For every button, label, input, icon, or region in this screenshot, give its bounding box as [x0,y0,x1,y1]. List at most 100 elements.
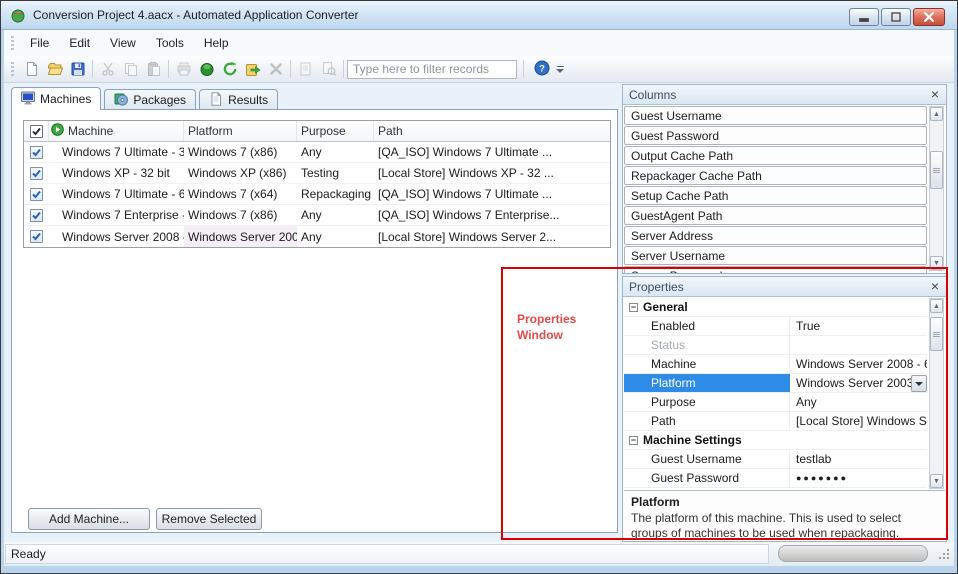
filter-input[interactable] [347,60,517,79]
path-cell: [Local Store] Windows XP - 32 ... [374,163,610,183]
remove-selected-button[interactable]: Remove Selected [156,508,262,530]
row-checkbox[interactable] [30,209,43,222]
properties-panel-title: Properties [629,280,684,294]
row-checkbox[interactable] [30,146,43,159]
column-header-platform[interactable]: Platform [184,121,297,141]
property-value[interactable]: testlab [790,450,927,468]
machines-tab-page: Machine Platform Purpose Path Windows 7 … [11,109,618,533]
columns-scrollbar[interactable]: ▲ ▼ [929,106,944,271]
tab-results[interactable]: Results [199,89,278,110]
properties-scrollbar[interactable]: ▲ ▼ [929,298,944,489]
machine-row[interactable]: Windows 7 Ultimate - 64...Windows 7 (x64… [24,184,610,205]
property-row[interactable]: Guest Password●●●●●●● [624,469,927,488]
row-checkbox-cell [24,205,49,225]
property-value[interactable]: [Local Store] Windows Ser [790,412,927,430]
resize-grip[interactable] [938,548,950,563]
column-list-item[interactable]: Server Password [624,266,927,273]
property-category[interactable]: −Machine Settings [624,431,927,450]
help-button[interactable]: ? [530,58,553,80]
menu-item-help[interactable]: Help [194,32,239,54]
property-row[interactable]: Path[Local Store] Windows Ser [624,412,927,431]
property-label: Guest Username [624,450,790,468]
machine-row[interactable]: Windows XP - 32 bitWindows XP (x86)Testi… [24,163,610,184]
scroll-down-icon[interactable]: ▼ [930,256,943,270]
column-list-item[interactable]: Output Cache Path [624,146,927,165]
purpose-cell: Any [297,142,374,162]
machine-row[interactable]: Windows 7 Ultimate - 32...Windows 7 (x86… [24,142,610,163]
save-project-icon[interactable] [66,58,89,80]
property-value[interactable]: ●●●●●●● [790,469,927,487]
purpose-cell: Any [297,205,374,225]
export-icon[interactable] [241,58,264,80]
column-list-item[interactable]: Server Username [624,246,927,265]
column-header-purpose[interactable]: Purpose [297,121,374,141]
package-icon[interactable] [195,58,218,80]
row-checkbox[interactable] [30,167,43,180]
property-value[interactable]: Windows Server 2008 - 64 [790,355,927,373]
menu-item-tools[interactable]: Tools [146,32,194,54]
columns-panel-title: Columns [629,88,676,102]
row-checkbox-cell [24,184,49,204]
select-all-checkbox[interactable] [30,125,43,138]
property-value[interactable]: Any [790,393,927,411]
scroll-up-icon[interactable]: ▲ [930,299,943,313]
scroll-thumb[interactable] [930,151,943,189]
property-row[interactable]: PurposeAny [624,393,927,412]
column-list-item[interactable]: Repackager Cache Path [624,166,927,185]
minimize-button[interactable] [849,8,879,26]
property-value[interactable]: Windows Server 2003 R [790,374,927,392]
close-button[interactable] [913,8,945,26]
close-icon[interactable]: × [929,278,941,295]
app-window: Conversion Project 4.aacx - Automated Ap… [0,0,958,574]
refresh-icon[interactable] [218,58,241,80]
column-list-item[interactable]: Setup Cache Path [624,186,927,205]
row-checkbox[interactable] [30,188,43,201]
machine-row[interactable]: Windows Server 2008 - 6...Windows Server… [24,226,610,247]
machine-table-header[interactable]: Machine Platform Purpose Path [24,121,610,142]
property-row[interactable]: MachineWindows Server 2008 - 64 [624,355,927,374]
column-list-item[interactable]: Guest Password [624,126,927,145]
machine-row[interactable]: Windows 7 Enterprise - 3...Windows 7 (x8… [24,205,610,226]
path-cell: [QA_ISO] Windows 7 Ultimate ... [374,184,610,204]
property-value[interactable]: True [790,317,927,335]
maximize-button[interactable] [881,8,911,26]
property-row[interactable]: EnabledTrue [624,317,927,336]
property-row[interactable]: Status [624,336,927,355]
property-value[interactable] [790,336,927,354]
scroll-up-icon[interactable]: ▲ [930,107,943,121]
row-checkbox-cell [24,142,49,162]
columns-list: Guest UsernameGuest PasswordOutput Cache… [624,106,927,273]
menu-items: FileEditViewToolsHelp [20,32,239,54]
column-header-path[interactable]: Path [374,121,610,141]
open-project-icon[interactable] [43,58,66,80]
tab-packages[interactable]: Packages [104,89,196,110]
machine-cell: Windows Server 2008 - 6... [49,226,184,247]
tab-machines[interactable]: Machines [11,87,101,110]
scroll-thumb[interactable] [930,317,943,351]
menu-item-view[interactable]: View [100,32,146,54]
property-label: Enabled [624,317,790,335]
property-row[interactable]: Guest Usernametestlab [624,450,927,469]
dropdown-button[interactable] [911,375,927,392]
column-list-item[interactable]: GuestAgent Path [624,206,927,225]
column-list-item[interactable]: Server Address [624,226,927,245]
column-list-item[interactable]: Guest Username [624,106,927,125]
collapse-icon[interactable]: − [629,436,638,445]
property-label: Platform [624,374,790,392]
close-icon[interactable]: × [929,86,941,103]
new-document-icon[interactable] [20,58,43,80]
column-header-machine[interactable]: Machine [68,124,113,138]
property-row[interactable]: PlatformWindows Server 2003 R [624,374,927,393]
scroll-down-icon[interactable]: ▼ [930,474,943,488]
category-label: Machine Settings [643,433,742,447]
toolbar-overflow-button[interactable] [553,59,567,79]
property-description: Platform The platform of this machine. T… [624,490,945,540]
toolbar-separator [523,60,524,78]
add-machine-button[interactable]: Add Machine... [28,508,150,530]
menu-item-edit[interactable]: Edit [59,32,100,54]
collapse-icon[interactable]: − [629,303,638,312]
property-category[interactable]: −General [624,298,927,317]
menu-item-file[interactable]: File [20,32,59,54]
disc-icon [114,92,128,109]
row-checkbox[interactable] [30,230,43,243]
